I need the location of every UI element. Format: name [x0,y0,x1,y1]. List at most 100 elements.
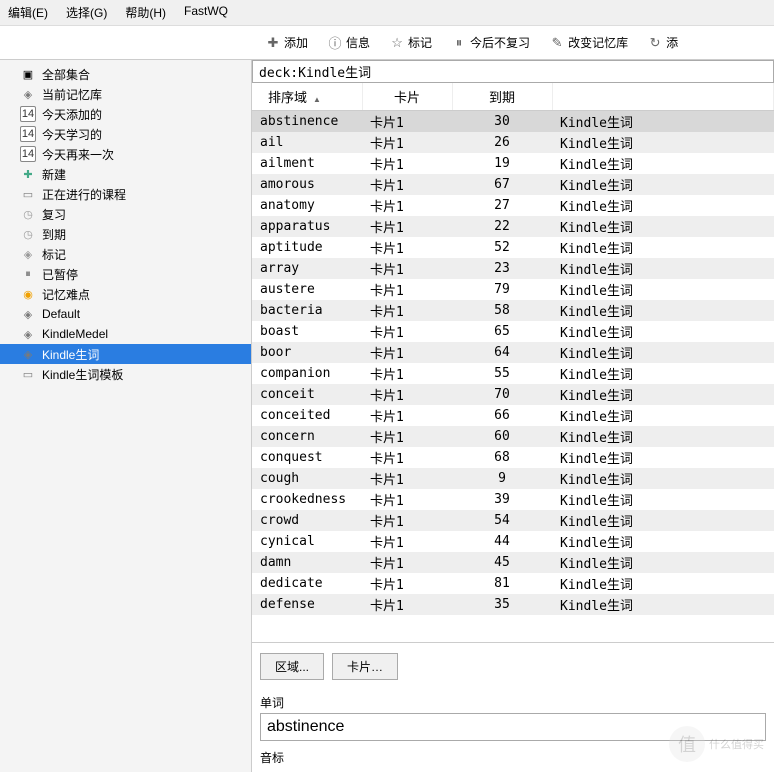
col-sort-field[interactable]: 排序域▲ [252,83,362,111]
table-row[interactable]: abstinence卡片130Kindle生词 [252,111,774,133]
cell-due: 19 [452,153,552,174]
cal-icon: 14 [20,106,36,122]
sidebar-item-3[interactable]: 14今天学习的 [0,124,251,144]
table-header-row: 排序域▲ 卡片 到期 [252,83,774,111]
table-row[interactable]: boast卡片165Kindle生词 [252,321,774,342]
table-row[interactable]: damn卡片145Kindle生词 [252,552,774,573]
table-row[interactable]: anatomy卡片127Kindle生词 [252,195,774,216]
deck-icon: ◈ [20,306,36,322]
menu-fastwq[interactable]: FastWQ [184,4,228,21]
sidebar-item-label: 标记 [42,246,66,263]
cell-card: 卡片1 [362,573,452,594]
sidebar-item-0[interactable]: ▣全部集合 [0,64,251,84]
change-deck-button[interactable]: ✎改变记忆库 [544,32,634,53]
table-row[interactable]: crowd卡片154Kindle生词 [252,510,774,531]
col-due[interactable]: 到期 [452,83,552,111]
sidebar-item-7[interactable]: ◷ 复习 [0,204,251,224]
table-row[interactable]: apparatus卡片122Kindle生词 [252,216,774,237]
sidebar-item-5[interactable]: ✚新建 [0,164,251,184]
sidebar-item-12[interactable]: ◈Default [0,304,251,324]
cell-due: 39 [452,489,552,510]
search-input[interactable] [252,60,774,83]
cell-deck: Kindle生词 [552,132,774,153]
table-row[interactable]: array卡片123Kindle生词 [252,258,774,279]
table-row[interactable]: conceited卡片166Kindle生词 [252,405,774,426]
table-row[interactable]: cynical卡片144Kindle生词 [252,531,774,552]
mark-button[interactable]: ☆标记 [384,32,438,53]
table-row[interactable]: companion卡片155Kindle生词 [252,363,774,384]
suspend-button[interactable]: ⏸今后不复习 [446,32,536,53]
add-button[interactable]: ✚ 添加 [260,32,314,53]
sidebar-item-9[interactable]: ◈标记 [0,244,251,264]
sidebar-item-11[interactable]: ◉记忆难点 [0,284,251,304]
sidebar-item-10[interactable]: ⏸已暂停 [0,264,251,284]
cell-due: 35 [452,594,552,615]
clock-icon: ◷ [20,206,36,222]
card-table: 排序域▲ 卡片 到期 abstinence卡片130Kindle生词ail卡片1… [252,83,774,615]
cell-deck: Kindle生词 [552,216,774,237]
cell-due: 65 [452,321,552,342]
cell-deck: Kindle生词 [552,195,774,216]
sidebar-item-label: 复习 [42,206,66,223]
menu-help[interactable]: 帮助(H) [125,4,166,21]
table-row[interactable]: ailment卡片119Kindle生词 [252,153,774,174]
table-row[interactable]: concern卡片160Kindle生词 [252,426,774,447]
menubar: 编辑(E) 选择(G) 帮助(H) FastWQ [0,0,774,26]
sidebar-item-6[interactable]: ▭正在进行的课程 [0,184,251,204]
table-row[interactable]: bacteria卡片158Kindle生词 [252,300,774,321]
suspend-label: 今后不复习 [470,34,530,51]
sidebar-item-13[interactable]: ◈KindleMedel [0,324,251,344]
cell-card: 卡片1 [362,426,452,447]
menu-edit[interactable]: 编辑(E) [8,4,48,21]
sidebar-item-8[interactable]: ◷到期 [0,224,251,244]
fields-button[interactable]: 区域... [260,653,324,680]
cell-card: 卡片1 [362,510,452,531]
sidebar-item-1[interactable]: ◈当前记忆库 [0,84,251,104]
cell-card: 卡片1 [362,342,452,363]
table-row[interactable]: amorous卡片167Kindle生词 [252,174,774,195]
card-table-wrap: 排序域▲ 卡片 到期 abstinence卡片130Kindle生词ail卡片1… [252,83,774,643]
table-row[interactable]: boor卡片164Kindle生词 [252,342,774,363]
plus-icon: ✚ [20,166,36,182]
cell-deck: Kindle生词 [552,552,774,573]
add-partial-button[interactable]: ↻添 [642,32,684,53]
cell-word: bacteria [252,300,362,321]
cards-button[interactable]: 卡片… [332,653,398,680]
cell-deck: Kindle生词 [552,426,774,447]
table-row[interactable]: austere卡片179Kindle生词 [252,279,774,300]
cell-word: crookedness [252,489,362,510]
menu-select[interactable]: 选择(G) [66,4,107,21]
cell-due: 27 [452,195,552,216]
cell-due: 22 [452,216,552,237]
plus-icon: ✚ [266,36,280,50]
table-row[interactable]: crookedness卡片139Kindle生词 [252,489,774,510]
table-row[interactable]: dedicate卡片181Kindle生词 [252,573,774,594]
col-card[interactable]: 卡片 [362,83,452,111]
cell-due: 68 [452,447,552,468]
deck-icon: ◈ [20,326,36,342]
sidebar-item-4[interactable]: 14今天再来一次 [0,144,251,164]
col-deck[interactable] [552,83,774,111]
toolbar: ✚ 添加 ⓘ信息 ☆标记 ⏸今后不复习 ✎改变记忆库 ↻添 [0,26,774,60]
cell-due: 45 [452,552,552,573]
cell-word: array [252,258,362,279]
star-icon: ☆ [390,36,404,50]
info-icon: ⓘ [328,36,342,50]
cell-card: 卡片1 [362,153,452,174]
table-row[interactable]: defense卡片135Kindle生词 [252,594,774,615]
sidebar-item-2[interactable]: 14今天添加的 [0,104,251,124]
cell-deck: Kindle生词 [552,363,774,384]
info-button[interactable]: ⓘ信息 [322,32,376,53]
table-row[interactable]: cough卡片19Kindle生词 [252,468,774,489]
table-row[interactable]: conceit卡片170Kindle生词 [252,384,774,405]
sidebar-item-15[interactable]: ▭Kindle生词模板 [0,364,251,384]
sidebar-item-label: 今天再来一次 [42,146,114,163]
sidebar-item-14[interactable]: ◈Kindle生词 [0,344,251,364]
table-row[interactable]: aptitude卡片152Kindle生词 [252,237,774,258]
table-row[interactable]: conquest卡片168Kindle生词 [252,447,774,468]
add-label: 添加 [284,34,308,51]
deck-icon: ◈ [20,346,36,362]
cell-due: 52 [452,237,552,258]
cell-card: 卡片1 [362,447,452,468]
table-row[interactable]: ail卡片126Kindle生词 [252,132,774,153]
